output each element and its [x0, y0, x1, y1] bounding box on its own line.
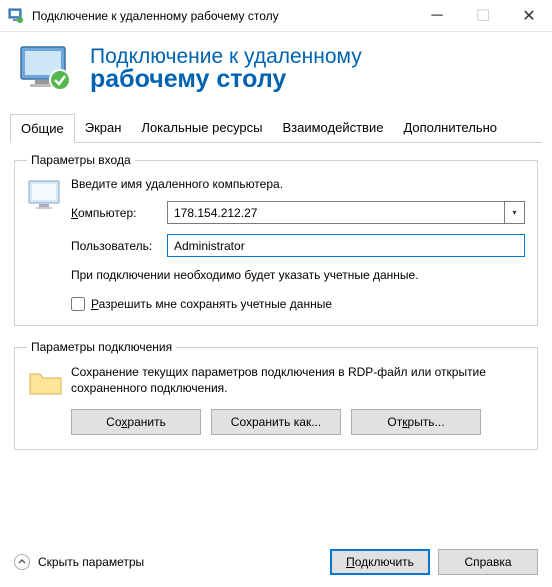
header-line2: рабочему столу [90, 65, 362, 94]
save-button[interactable]: Сохранить [71, 409, 201, 435]
save-credentials-checkbox[interactable] [71, 297, 85, 311]
window-title: Подключение к удаленному рабочему столу [32, 9, 414, 23]
user-input[interactable] [167, 234, 525, 257]
chevron-up-icon [14, 554, 30, 570]
maximize-button[interactable]: ☐ [460, 0, 506, 32]
login-monitor-icon [27, 177, 71, 311]
computer-input[interactable] [167, 201, 505, 224]
connection-group: Параметры подключения Сохранение текущих… [14, 340, 538, 449]
tab-general[interactable]: Общие [10, 114, 75, 143]
header: Подключение к удаленному рабочему столу [0, 32, 552, 108]
credentials-note: При подключении необходимо будет указать… [71, 267, 525, 283]
login-group: Параметры входа Введите имя удаленного к… [14, 153, 538, 326]
computer-dropdown-icon[interactable]: ▾ [505, 201, 525, 224]
tab-bar: Общие Экран Локальные ресурсы Взаимодейс… [10, 114, 542, 143]
login-legend: Параметры входа [27, 153, 135, 167]
bottom-bar: Скрыть параметры Подключить Справка [0, 539, 552, 587]
close-button[interactable]: ✕ [506, 0, 552, 32]
user-label: Пользователь: [71, 239, 167, 253]
tab-screen[interactable]: Экран [75, 114, 132, 142]
tab-advanced[interactable]: Дополнительно [393, 114, 507, 142]
folder-icon [27, 364, 71, 434]
hide-options-link[interactable]: Скрыть параметры [14, 554, 330, 570]
login-instruction: Введите имя удаленного компьютера. [71, 177, 525, 191]
titlebar: Подключение к удаленному рабочему столу … [0, 0, 552, 32]
help-button[interactable]: Справка [438, 549, 538, 575]
tab-resources[interactable]: Локальные ресурсы [131, 114, 272, 142]
connection-instruction: Сохранение текущих параметров подключени… [71, 364, 525, 396]
tab-interaction[interactable]: Взаимодействие [273, 114, 394, 142]
connection-legend: Параметры подключения [27, 340, 176, 354]
connect-button[interactable]: Подключить [330, 549, 430, 575]
open-button[interactable]: Открыть... [351, 409, 481, 435]
minimize-button[interactable]: ─ [414, 0, 460, 32]
save-credentials-label[interactable]: Разрешить мне сохранять учетные данные [91, 297, 332, 311]
rdp-app-icon [8, 8, 24, 24]
rdp-hero-icon [18, 44, 78, 94]
save-as-button[interactable]: Сохранить как... [211, 409, 341, 435]
computer-label: Компьютер: [71, 206, 167, 220]
